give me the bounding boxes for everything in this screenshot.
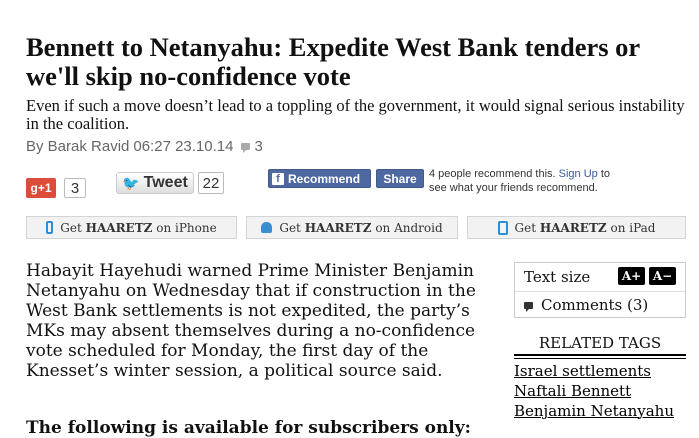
facebook-text-before: 4 people recommend this. <box>429 168 559 180</box>
article-body-paragraph: Habayit Hayehudi warned Prime Minister B… <box>26 261 476 381</box>
tweet-count: 22 <box>198 172 224 194</box>
article-tools-panel: Text size A+ A− Comments (3) <box>514 262 686 318</box>
related-tags-title: RELATED TAGS <box>538 334 662 352</box>
ipad-icon <box>497 220 508 235</box>
byline-datetime: 06:27 23.10.14 <box>133 138 234 155</box>
facebook-recommend-button[interactable]: f Recommend <box>268 169 371 188</box>
tag-link[interactable]: Israel settlements <box>514 362 651 380</box>
android-button-text: Get HAARETZ on Android <box>279 221 442 235</box>
tweet-button[interactable]: 🐦 Tweet <box>116 172 194 194</box>
get-haaretz-android-button[interactable]: Get HAARETZ on Android <box>246 216 458 239</box>
comment-bubble-icon[interactable] <box>241 143 251 153</box>
related-tags-rule-thin <box>514 358 686 359</box>
facebook-f-icon: f <box>272 172 284 185</box>
get-haaretz-iphone-button[interactable]: Get HAARETZ on iPhone <box>26 216 237 239</box>
byline-comment-count[interactable]: 3 <box>254 138 262 155</box>
related-tags-rule <box>514 354 686 356</box>
facebook-recommend-label: Recommend <box>288 171 361 186</box>
facebook-share-button[interactable]: Share <box>376 169 424 188</box>
iphone-brand: HAARETZ <box>85 220 153 235</box>
comments-label: Comments (3) <box>541 296 649 314</box>
android-brand: HAARETZ <box>304 220 372 235</box>
get-haaretz-ipad-button[interactable]: Get HAARETZ on iPad <box>467 216 686 239</box>
text-size-row: Text size A+ A− <box>515 263 685 291</box>
ipad-prefix: Get <box>514 220 537 235</box>
iphone-icon <box>46 221 54 234</box>
iphone-prefix: Get <box>60 220 82 235</box>
android-icon <box>261 222 273 233</box>
facebook-signup-link[interactable]: Sign Up <box>559 168 598 180</box>
text-size-decrease-button[interactable]: A− <box>649 267 676 285</box>
tweet-label: Tweet <box>143 174 188 191</box>
android-suffix: on Android <box>375 220 443 235</box>
tag-link[interactable]: Benjamin Netanyahu <box>514 402 674 420</box>
article-body-paragraph-2: The following is available for subscribe… <box>26 418 471 438</box>
google-plus-button[interactable]: g+1 <box>26 178 56 198</box>
twitter-bird-icon: 🐦 <box>122 174 140 191</box>
byline-author[interactable]: By Barak Ravid <box>26 138 129 155</box>
ipad-suffix: on iPad <box>610 220 656 235</box>
iphone-suffix: on iPhone <box>156 220 217 235</box>
google-plus-label: g+1 <box>30 181 52 195</box>
ipad-button-text: Get HAARETZ on iPad <box>515 221 656 235</box>
facebook-recommend-text: 4 people recommend this. Sign Up to see … <box>429 167 629 195</box>
tag-link[interactable]: Naftali Bennett <box>514 382 631 400</box>
article-headline: Bennett to Netanyahu: Expedite West Bank… <box>26 32 640 91</box>
article-subheadline: Even if such a move doesn’t lead to a to… <box>26 96 685 133</box>
text-size-increase-button[interactable]: A+ <box>618 267 645 285</box>
facebook-share-label: Share <box>383 171 417 186</box>
google-plus-count: 3 <box>64 178 86 198</box>
comment-bubble-icon <box>524 301 533 312</box>
text-size-label: Text size <box>524 268 591 286</box>
previous-article-strip <box>0 0 699 4</box>
android-prefix: Get <box>279 220 301 235</box>
comments-link[interactable]: Comments (3) <box>515 292 685 318</box>
iphone-button-text: Get HAARETZ on iPhone <box>60 221 216 235</box>
byline: By Barak Ravid 06:27 23.10.14 3 <box>26 138 263 155</box>
ipad-brand: HAARETZ <box>539 220 607 235</box>
